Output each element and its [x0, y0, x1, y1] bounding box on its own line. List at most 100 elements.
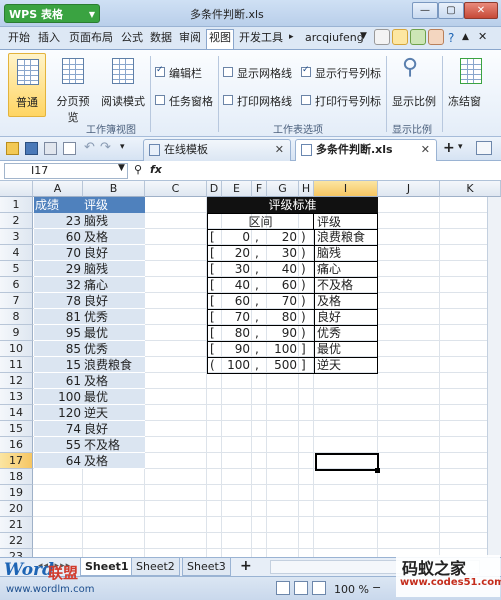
row-header[interactable]: 19 — [0, 485, 33, 501]
range-open-bracket[interactable]: [ — [209, 229, 221, 245]
range-high-cell[interactable]: 60 — [267, 277, 299, 293]
row-header[interactable]: 2 — [0, 213, 33, 229]
score-cell[interactable]: 70 — [34, 245, 83, 261]
grade-header-cell[interactable]: 评级 — [83, 197, 145, 213]
spreadsheet-grid[interactable]: A B C D E F G H I J K 1 2 3 4 5 6 7 8 9 10 11 12 13 1… — [0, 181, 501, 557]
range-separator[interactable]: , — [254, 325, 266, 341]
grade-cell[interactable]: 优秀 — [83, 341, 145, 357]
range-open-bracket[interactable]: [ — [209, 293, 221, 309]
range-low-cell[interactable]: 30 — [222, 261, 252, 277]
score-cell[interactable]: 120 — [34, 405, 83, 421]
close-button[interactable]: ✕ — [464, 2, 498, 19]
column-header-selected[interactable]: I — [314, 181, 378, 197]
column-header[interactable]: K — [440, 181, 501, 197]
grade-cell[interactable]: 及格 — [83, 229, 145, 245]
range-open-bracket[interactable]: [ — [209, 309, 221, 325]
tab-insert[interactable]: 插入 — [36, 30, 62, 46]
tab-view[interactable]: 视图 — [206, 29, 234, 49]
grade-cell[interactable]: 及格 — [83, 373, 145, 389]
grade-standard-cell[interactable]: 优秀 — [314, 325, 378, 341]
range-close-bracket[interactable]: ) — [300, 277, 312, 293]
range-close-bracket[interactable]: ) — [300, 293, 312, 309]
score-cell[interactable]: 23 — [34, 213, 83, 229]
range-open-bracket[interactable]: [ — [209, 325, 221, 341]
column-header[interactable]: E — [222, 181, 252, 197]
range-low-cell[interactable]: 70 — [222, 309, 252, 325]
range-close-bracket[interactable]: ) — [300, 245, 312, 261]
help-icon[interactable]: ? — [448, 31, 454, 45]
maximize-button[interactable]: ▢ — [438, 2, 464, 19]
undo-icon[interactable]: ↶ — [84, 140, 95, 155]
reading-mode-button[interactable]: 阅读模式 — [100, 53, 146, 117]
grade-cell[interactable]: 良好 — [83, 245, 145, 261]
grade-standard-cell[interactable]: 浪费粮食 — [314, 229, 378, 245]
grade-standard-header-cell[interactable]: 评级 — [313, 213, 378, 230]
page-break-preview-button[interactable]: 分页预览 — [52, 53, 94, 124]
normal-view-button[interactable]: 普通 — [8, 53, 46, 117]
range-open-bracket[interactable]: [ — [209, 245, 221, 261]
grade-cell[interactable]: 良好 — [83, 421, 145, 437]
range-low-cell[interactable]: 0 — [222, 229, 252, 245]
ribbon-collapse-icon[interactable]: ▲ — [462, 32, 469, 42]
column-header[interactable]: G — [267, 181, 299, 197]
row-header[interactable]: 8 — [0, 309, 33, 325]
score-cell[interactable]: 55 — [34, 437, 83, 453]
freeze-panes-button[interactable]: 冻结窗 — [446, 53, 498, 117]
score-cell[interactable]: 74 — [34, 421, 83, 437]
score-cell[interactable]: 32 — [34, 277, 83, 293]
formula-bar-checkbox[interactable] — [155, 65, 165, 77]
range-close-bracket[interactable]: ) — [300, 309, 312, 325]
fill-handle[interactable] — [375, 468, 380, 473]
print-preview-icon[interactable] — [63, 142, 76, 155]
page-break-status-icon[interactable] — [294, 581, 308, 595]
range-low-cell[interactable]: 60 — [222, 293, 252, 309]
range-close-bracket[interactable]: ) — [300, 325, 312, 341]
show-gridlines-checkbox[interactable] — [223, 67, 233, 77]
row-header[interactable]: 15 — [0, 421, 33, 437]
column-header[interactable]: H — [299, 181, 314, 197]
tab-list-arrow-icon[interactable]: ▾ — [458, 142, 463, 152]
reading-mode-status-icon[interactable] — [312, 581, 326, 595]
menu-more-arrow-icon[interactable]: ▸ — [289, 32, 294, 42]
grade-cell[interactable]: 逆天 — [83, 405, 145, 421]
range-high-cell[interactable]: 90 — [267, 325, 299, 341]
grade-cell[interactable]: 最优 — [83, 325, 145, 341]
row-header[interactable]: 5 — [0, 261, 33, 277]
range-high-cell[interactable]: 70 — [267, 293, 299, 309]
grade-cell[interactable]: 痛心 — [83, 277, 145, 293]
score-cell[interactable]: 15 — [34, 357, 83, 373]
tab-current-document[interactable]: 多条件判断.xls ✕ — [295, 139, 437, 161]
new-tab-plus-icon[interactable]: + — [443, 140, 455, 156]
tab-home[interactable]: 开始 — [6, 30, 32, 46]
task-pane-checkbox[interactable] — [155, 95, 165, 105]
row-header[interactable]: 12 — [0, 373, 33, 389]
normal-view-status-icon[interactable] — [276, 581, 290, 595]
zoom-button[interactable]: ⚲ 显示比例 — [392, 53, 436, 117]
shirt-skin-icon[interactable] — [374, 29, 390, 45]
range-separator[interactable]: , — [254, 341, 266, 357]
range-separator[interactable]: , — [254, 229, 266, 245]
range-header-cell[interactable]: 区间 — [207, 213, 314, 230]
find-magnifier-icon[interactable]: ⚲ — [134, 163, 142, 176]
row-header[interactable]: 13 — [0, 389, 33, 405]
chevron-down-icon[interactable]: ▼ — [118, 163, 125, 173]
grade-cell[interactable]: 脑残 — [83, 261, 145, 277]
column-header[interactable]: A — [33, 181, 83, 197]
range-separator[interactable]: , — [254, 245, 266, 261]
grade-standard-cell[interactable]: 脑残 — [314, 245, 378, 261]
score-cell[interactable]: 64 — [34, 453, 83, 469]
close-tab-icon[interactable]: ✕ — [275, 140, 284, 160]
grade-cell[interactable]: 最优 — [83, 389, 145, 405]
column-header[interactable]: D — [207, 181, 222, 197]
qat-customize-icon[interactable]: ▾ — [120, 142, 125, 152]
row-header[interactable]: 20 — [0, 501, 33, 517]
user-name[interactable]: arcqiufeng — [305, 31, 364, 44]
score-cell[interactable]: 78 — [34, 293, 83, 309]
range-low-cell[interactable]: 90 — [222, 341, 252, 357]
range-separator[interactable]: , — [254, 261, 266, 277]
grade-cell[interactable]: 脑残 — [83, 213, 145, 229]
range-close-bracket[interactable]: ) — [300, 261, 312, 277]
score-cell[interactable]: 85 — [34, 341, 83, 357]
close-tab-icon[interactable]: ✕ — [421, 140, 430, 160]
row-header[interactable]: 4 — [0, 245, 33, 261]
